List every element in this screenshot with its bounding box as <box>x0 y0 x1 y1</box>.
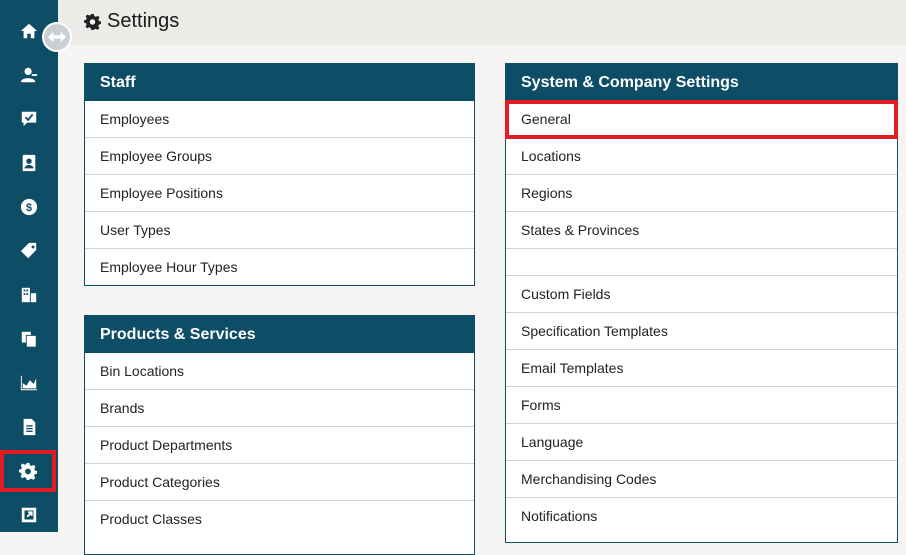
nav-external[interactable] <box>0 493 58 537</box>
staff-panel: Staff Employees Employee Groups Employee… <box>84 63 475 286</box>
gear-icon <box>19 462 37 480</box>
products-panel-header: Products & Services <box>85 316 474 353</box>
list-item[interactable]: Custom Fields <box>506 276 897 313</box>
list-item[interactable]: Employee Positions <box>85 175 474 212</box>
expand-arrows-icon <box>48 31 66 43</box>
nav-contacts[interactable] <box>0 141 58 185</box>
list-item[interactable]: Locations <box>506 138 897 175</box>
nav-settings[interactable] <box>0 450 56 492</box>
page-title-text: Settings <box>107 9 180 32</box>
copy-icon <box>21 331 37 348</box>
page-title: Settings <box>84 8 179 34</box>
nav-pricing[interactable] <box>0 229 58 273</box>
svg-text:$: $ <box>26 202 32 214</box>
list-item-empty[interactable] <box>506 249 897 276</box>
contact-card-icon <box>22 154 36 172</box>
users-icon <box>20 67 38 83</box>
list-item[interactable]: Email Templates <box>506 350 897 387</box>
area-chart-icon <box>20 375 38 391</box>
list-item[interactable]: User Types <box>85 212 474 249</box>
nav-users[interactable] <box>0 53 58 97</box>
tags-icon <box>20 242 37 259</box>
top-bar <box>58 0 906 45</box>
list-item[interactable]: Language <box>506 424 897 461</box>
list-item[interactable]: Specification Templates <box>506 313 897 350</box>
products-panel: Products & Services Bin Locations Brands… <box>84 315 475 555</box>
list-item[interactable]: Regions <box>506 175 897 212</box>
list-item-general[interactable]: General <box>505 100 898 139</box>
document-icon <box>23 418 36 436</box>
nav-finance[interactable]: $ <box>0 185 58 229</box>
checkmark-icon <box>21 111 37 127</box>
list-item[interactable]: Employee Groups <box>85 138 474 175</box>
nav-tasks[interactable] <box>0 97 58 141</box>
nav-files[interactable] <box>0 405 58 449</box>
sidebar: $ <box>0 0 58 532</box>
list-item[interactable]: Notifications <box>506 498 897 534</box>
staff-panel-header: Staff <box>85 64 474 101</box>
list-item[interactable]: Product Departments <box>85 427 474 464</box>
list-item[interactable]: Forms <box>506 387 897 424</box>
dollar-icon: $ <box>20 198 38 216</box>
building-icon <box>21 287 37 303</box>
system-panel-header: System & Company Settings <box>506 64 897 101</box>
list-item[interactable]: States & Provinces <box>506 212 897 249</box>
list-item[interactable]: Brands <box>85 390 474 427</box>
external-link-icon <box>21 507 37 523</box>
list-item[interactable]: Employee Hour Types <box>85 249 474 285</box>
nav-companies[interactable] <box>0 273 58 317</box>
list-item[interactable]: Bin Locations <box>85 353 474 390</box>
nav-documents[interactable] <box>0 317 58 361</box>
list-item[interactable]: Product Categories <box>85 464 474 501</box>
nav-reports[interactable] <box>0 361 58 405</box>
sidebar-toggle[interactable] <box>42 22 72 52</box>
system-panel: System & Company Settings General Locati… <box>505 63 898 543</box>
list-item[interactable]: Employees <box>85 101 474 138</box>
home-icon <box>20 23 38 39</box>
list-item[interactable]: Merchandising Codes <box>506 461 897 498</box>
gear-icon <box>84 13 101 30</box>
